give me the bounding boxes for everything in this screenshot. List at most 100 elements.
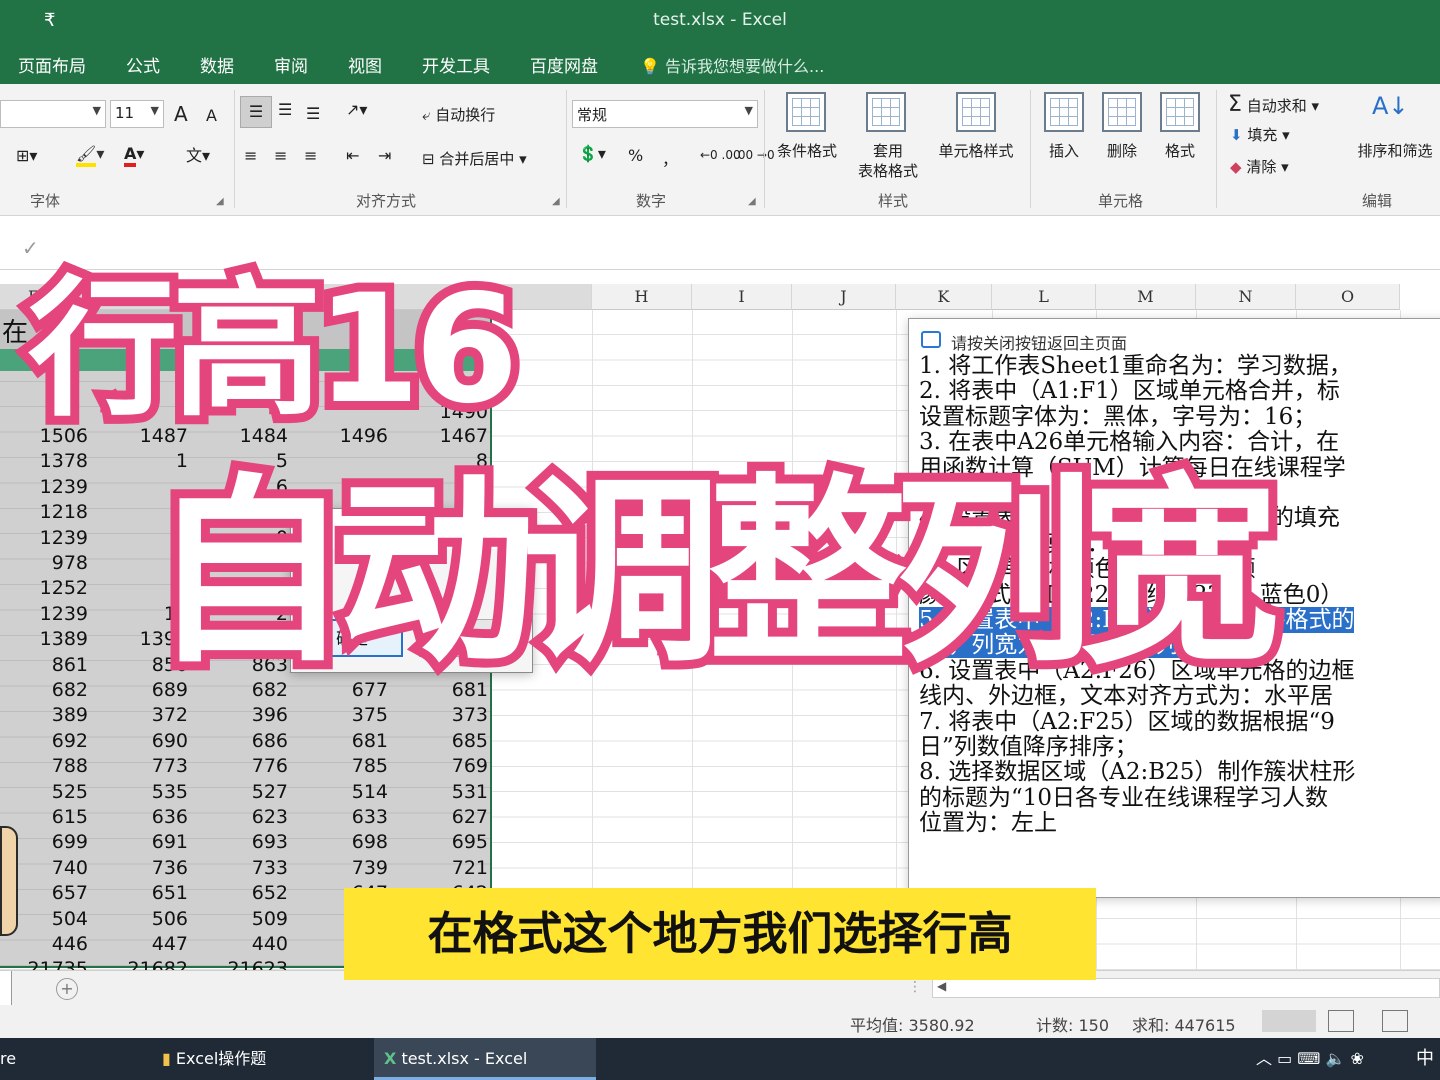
horizontal-scrollbar[interactable]: ◀	[932, 978, 1440, 998]
table-cell[interactable]: 525	[0, 780, 88, 805]
align-center-icon[interactable]: ≡	[274, 146, 287, 165]
font-grow-button[interactable]: A	[174, 102, 188, 126]
table-cell[interactable]: 776	[190, 754, 288, 779]
table-cell[interactable]: 681	[290, 729, 388, 754]
column-header-m[interactable]: M	[1096, 284, 1196, 310]
column-header-n[interactable]: N	[1196, 284, 1296, 310]
tell-me-box[interactable]: 💡 告诉我您想要做什么...	[640, 53, 824, 77]
table-cell[interactable]: 769	[390, 754, 488, 779]
border-icon[interactable]: ⊞▾	[16, 146, 37, 165]
table-cell[interactable]: 447	[90, 932, 188, 957]
table-cell[interactable]: 389	[0, 703, 88, 728]
conditional-format-label[interactable]: 条件格式	[770, 140, 844, 161]
dialog-launcher-icon[interactable]: ◢	[748, 196, 756, 207]
table-cell[interactable]: 627	[390, 805, 488, 830]
taskbar-item-folder[interactable]: ▮ Excel操作题	[154, 1038, 368, 1080]
page-layout-view-icon[interactable]	[1328, 1010, 1354, 1032]
page-break-view-icon[interactable]	[1382, 1010, 1408, 1032]
sheet-tab[interactable]	[0, 971, 12, 1005]
align-bottom-icon[interactable]: ☰	[306, 104, 320, 123]
table-cell[interactable]: 788	[0, 754, 88, 779]
table-cell[interactable]: 375	[290, 703, 388, 728]
table-cell[interactable]: 527	[190, 780, 288, 805]
sort-filter-label[interactable]: 排序和筛选	[1350, 140, 1440, 161]
table-cell[interactable]: 682	[0, 678, 88, 703]
tab-data[interactable]: 数据	[200, 52, 234, 77]
table-cell[interactable]: 509	[190, 907, 288, 932]
number-format-combo[interactable]: 常规 ▼	[572, 100, 758, 128]
dialog-launcher-icon[interactable]: ◢	[216, 196, 224, 207]
column-header-i[interactable]: I	[692, 284, 792, 310]
font-size-combo[interactable]: 11 ▼	[110, 100, 164, 128]
format-cells-label[interactable]: 格式	[1156, 140, 1204, 161]
wrap-text-button[interactable]: ⤶ 自动换行	[422, 104, 495, 125]
tab-view[interactable]: 视图	[348, 52, 382, 77]
taskbar-item-excel[interactable]: X test.xlsx - Excel	[374, 1038, 596, 1080]
phonetic-icon[interactable]: 文▾	[186, 142, 210, 166]
table-cell[interactable]: 440	[190, 932, 288, 957]
ime-indicator[interactable]: 中	[1416, 1038, 1434, 1080]
font-color-icon[interactable]: A▾	[124, 144, 144, 167]
table-cell[interactable]: 1239	[0, 526, 88, 551]
table-cell[interactable]: 636	[90, 805, 188, 830]
tab-baidu-netdisk[interactable]: 百度网盘	[530, 52, 598, 77]
font-shrink-button[interactable]: A	[206, 106, 217, 125]
table-cell[interactable]: 446	[0, 932, 88, 957]
table-format-label-2[interactable]: 表格格式	[846, 160, 930, 181]
table-cell[interactable]: 1378	[0, 449, 88, 474]
font-name-combo[interactable]: ▼	[0, 100, 106, 128]
table-cell[interactable]: 651	[90, 881, 188, 906]
cell-styles-label[interactable]: 单元格样式	[930, 140, 1022, 161]
table-cell[interactable]: 1239	[0, 475, 88, 500]
column-header-k[interactable]: K	[896, 284, 992, 310]
tab-review[interactable]: 审阅	[274, 52, 308, 77]
normal-view-icon[interactable]	[1262, 1010, 1316, 1032]
fill-button[interactable]: ⬇ 填充 ▾	[1230, 124, 1290, 145]
table-cell[interactable]: 1389	[0, 627, 88, 652]
tab-formulas[interactable]: 公式	[126, 52, 160, 77]
sort-filter-icon[interactable]: A↓	[1372, 92, 1409, 120]
tray-icons[interactable]: ︿ ▭ ⌨ 🔈 ❀	[1256, 1038, 1364, 1080]
table-cell[interactable]: 695	[390, 830, 488, 855]
table-cell[interactable]: 1218	[0, 500, 88, 525]
table-cell[interactable]: 693	[190, 830, 288, 855]
increase-indent-icon[interactable]: ⇥	[378, 146, 391, 165]
decrease-indent-icon[interactable]: ⇤	[346, 146, 359, 165]
delete-cells-icon[interactable]	[1102, 92, 1142, 132]
merge-center-button[interactable]: ⊟ 合并后居中 ▾	[422, 148, 527, 169]
column-header-l[interactable]: L	[992, 284, 1096, 310]
tab-page-layout[interactable]: 页面布局	[18, 52, 86, 77]
table-cell[interactable]: 692	[0, 729, 88, 754]
table-cell[interactable]: 736	[90, 856, 188, 881]
table-cell[interactable]: 721	[390, 856, 488, 881]
table-format-label-1[interactable]: 套用	[846, 140, 930, 161]
column-header-j[interactable]: J	[792, 284, 896, 310]
column-header-o[interactable]: O	[1296, 284, 1400, 310]
table-cell[interactable]: 373	[390, 703, 488, 728]
table-cell[interactable]: 739	[290, 856, 388, 881]
comma-button[interactable]: ，	[662, 146, 678, 170]
table-cell[interactable]: 615	[0, 805, 88, 830]
table-cell[interactable]: 861	[0, 653, 88, 678]
table-cell[interactable]: 372	[90, 703, 188, 728]
table-cell[interactable]: 691	[90, 830, 188, 855]
table-cell[interactable]: 685	[390, 729, 488, 754]
clear-button[interactable]: ◆ 清除 ▾	[1230, 156, 1289, 177]
table-cell[interactable]: 686	[190, 729, 288, 754]
table-cell[interactable]: 698	[290, 830, 388, 855]
table-cell[interactable]: 506	[90, 907, 188, 932]
add-sheet-icon[interactable]: +	[56, 978, 78, 1000]
percent-button[interactable]: %	[628, 146, 643, 165]
table-cell[interactable]: 1239	[0, 602, 88, 627]
insert-cells-label[interactable]: 插入	[1040, 140, 1088, 161]
table-cell[interactable]: 773	[90, 754, 188, 779]
orientation-icon[interactable]: ↗▾	[346, 100, 367, 119]
insert-cells-icon[interactable]	[1044, 92, 1084, 132]
dialog-launcher-icon[interactable]: ◢	[552, 196, 560, 207]
decrease-decimal-button[interactable]: .00 →0	[734, 148, 775, 162]
autosum-button[interactable]: Σ 自动求和 ▾	[1228, 92, 1319, 117]
scroll-left-icon[interactable]: ◀	[937, 979, 946, 993]
table-cell[interactable]: 633	[290, 805, 388, 830]
column-header-h[interactable]: H	[592, 284, 692, 310]
currency-icon[interactable]: 💲▾	[578, 144, 606, 163]
